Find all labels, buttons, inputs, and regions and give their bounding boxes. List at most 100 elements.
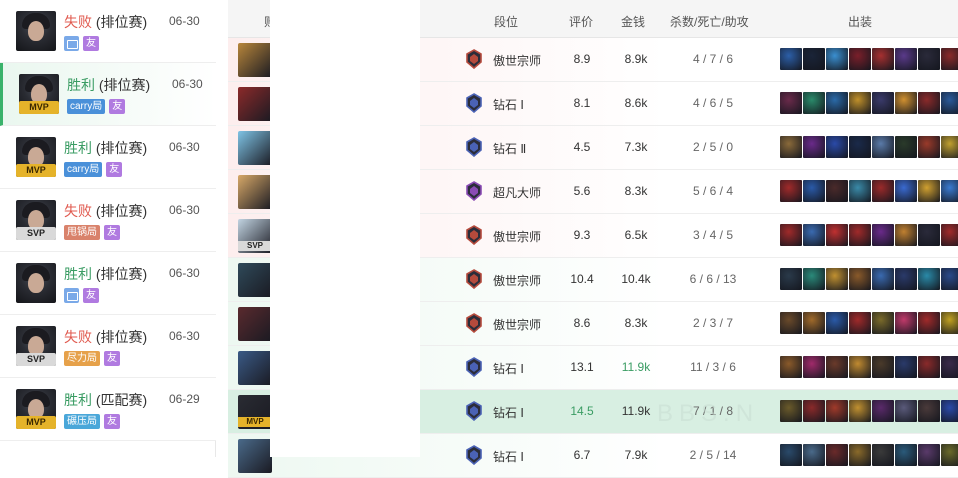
item-icon[interactable] — [872, 180, 894, 202]
item-icon[interactable] — [803, 400, 825, 422]
item-icon[interactable] — [941, 48, 958, 70]
item-icon[interactable] — [849, 224, 871, 246]
item-icon[interactable] — [872, 312, 894, 334]
item-icon[interactable] — [803, 444, 825, 466]
item-icon[interactable] — [826, 312, 848, 334]
item-icon[interactable] — [849, 268, 871, 290]
match-item[interactable]: 失败 (排位赛) 06-30 友 — [0, 0, 216, 63]
item-icon[interactable] — [780, 92, 802, 114]
item-icon[interactable] — [941, 180, 958, 202]
table-row[interactable]: SVP 傲世宗师 9.3 6.5k 3 / 4 / 5 — [228, 214, 958, 258]
item-icon[interactable] — [803, 356, 825, 378]
champion-icon[interactable] — [238, 439, 272, 473]
champion-icon[interactable] — [238, 175, 272, 209]
item-icon[interactable] — [895, 92, 917, 114]
item-icon[interactable] — [780, 268, 802, 290]
table-row[interactable]: 钻石 Ⅰ 6.7 7.9k 2 / 5 / 14 — [228, 434, 958, 478]
match-item[interactable]: MVP 胜利 (匹配赛) 06-29 碾压局友 — [0, 378, 216, 441]
champion-icon[interactable] — [238, 87, 272, 121]
item-icon[interactable] — [803, 136, 825, 158]
item-icon[interactable] — [803, 224, 825, 246]
item-icon[interactable] — [895, 400, 917, 422]
item-icon[interactable] — [918, 224, 940, 246]
item-icon[interactable] — [872, 356, 894, 378]
match-item[interactable]: SVP 失败 (排位赛) 06-30 尽力局友 — [0, 315, 216, 378]
table-row[interactable]: 傲世宗师 8.6 8.3k 2 / 3 / 7 — [228, 302, 958, 346]
item-icon[interactable] — [803, 268, 825, 290]
item-icon[interactable] — [941, 136, 958, 158]
item-icon[interactable] — [849, 400, 871, 422]
item-icon[interactable] — [780, 136, 802, 158]
item-icon[interactable] — [826, 224, 848, 246]
item-icon[interactable] — [780, 400, 802, 422]
item-icon[interactable] — [895, 356, 917, 378]
item-icon[interactable] — [918, 180, 940, 202]
item-icon[interactable] — [803, 312, 825, 334]
item-icon[interactable] — [780, 444, 802, 466]
item-icon[interactable] — [780, 224, 802, 246]
item-icon[interactable] — [780, 312, 802, 334]
item-icon[interactable] — [780, 48, 802, 70]
item-icon[interactable] — [849, 356, 871, 378]
item-icon[interactable] — [941, 400, 958, 422]
table-row[interactable]: 钻石 Ⅰ 13.1 11.9k 11 / 3 / 6 — [228, 346, 958, 390]
item-icon[interactable] — [895, 48, 917, 70]
item-icon[interactable] — [849, 312, 871, 334]
item-icon[interactable] — [849, 180, 871, 202]
item-icon[interactable] — [826, 92, 848, 114]
champion-icon[interactable] — [238, 43, 272, 77]
item-icon[interactable] — [872, 48, 894, 70]
item-icon[interactable] — [941, 92, 958, 114]
item-icon[interactable] — [849, 136, 871, 158]
item-icon[interactable] — [941, 268, 958, 290]
item-icon[interactable] — [895, 224, 917, 246]
item-icon[interactable] — [941, 224, 958, 246]
item-icon[interactable] — [826, 48, 848, 70]
table-row[interactable]: MVP 钻石 Ⅰ 14.5 11.9k 7 / 1 / 8 — [228, 390, 958, 434]
match-item[interactable]: MVP 胜利 (排位赛) 06-30 carry局友 — [0, 126, 216, 189]
item-icon[interactable] — [918, 444, 940, 466]
item-icon[interactable] — [895, 136, 917, 158]
champion-icon[interactable]: MVP — [238, 395, 272, 429]
table-row[interactable]: 钻石 Ⅱ 4.5 7.3k 2 / 5 / 0 — [228, 126, 958, 170]
table-row[interactable]: 钻石 Ⅰ 8.1 8.6k 4 / 6 / 5 — [228, 82, 958, 126]
item-icon[interactable] — [826, 444, 848, 466]
item-icon[interactable] — [918, 92, 940, 114]
item-icon[interactable] — [803, 180, 825, 202]
item-icon[interactable] — [826, 268, 848, 290]
item-icon[interactable] — [895, 312, 917, 334]
champion-icon[interactable] — [238, 307, 272, 341]
item-icon[interactable] — [803, 92, 825, 114]
item-icon[interactable] — [872, 92, 894, 114]
table-row[interactable]: 超凡大师 5.6 8.3k 5 / 6 / 4 — [228, 170, 958, 214]
item-icon[interactable] — [918, 312, 940, 334]
item-icon[interactable] — [826, 136, 848, 158]
item-icon[interactable] — [803, 48, 825, 70]
champion-icon[interactable] — [238, 131, 272, 165]
item-icon[interactable] — [826, 356, 848, 378]
item-icon[interactable] — [780, 180, 802, 202]
item-icon[interactable] — [849, 92, 871, 114]
champion-icon[interactable]: SVP — [238, 219, 272, 253]
item-icon[interactable] — [826, 400, 848, 422]
item-icon[interactable] — [872, 400, 894, 422]
match-item[interactable]: SVP 失败 (排位赛) 06-30 甩锅局友 — [0, 189, 216, 252]
item-icon[interactable] — [941, 444, 958, 466]
item-icon[interactable] — [918, 400, 940, 422]
table-row[interactable]: 傲世宗师 10.4 10.4k 6 / 6 / 13 — [228, 258, 958, 302]
item-icon[interactable] — [826, 180, 848, 202]
item-icon[interactable] — [872, 268, 894, 290]
item-icon[interactable] — [918, 136, 940, 158]
match-item[interactable]: 胜利 (排位赛) 06-30 友 — [0, 252, 216, 315]
item-icon[interactable] — [941, 312, 958, 334]
champion-icon[interactable] — [238, 263, 272, 297]
item-icon[interactable] — [780, 356, 802, 378]
item-icon[interactable] — [872, 136, 894, 158]
item-icon[interactable] — [918, 48, 940, 70]
champion-icon[interactable] — [238, 351, 272, 385]
item-icon[interactable] — [918, 268, 940, 290]
item-icon[interactable] — [872, 224, 894, 246]
match-item[interactable]: MVP 胜利 (排位赛) 06-30 carry局友 — [0, 63, 216, 126]
item-icon[interactable] — [849, 444, 871, 466]
item-icon[interactable] — [895, 444, 917, 466]
